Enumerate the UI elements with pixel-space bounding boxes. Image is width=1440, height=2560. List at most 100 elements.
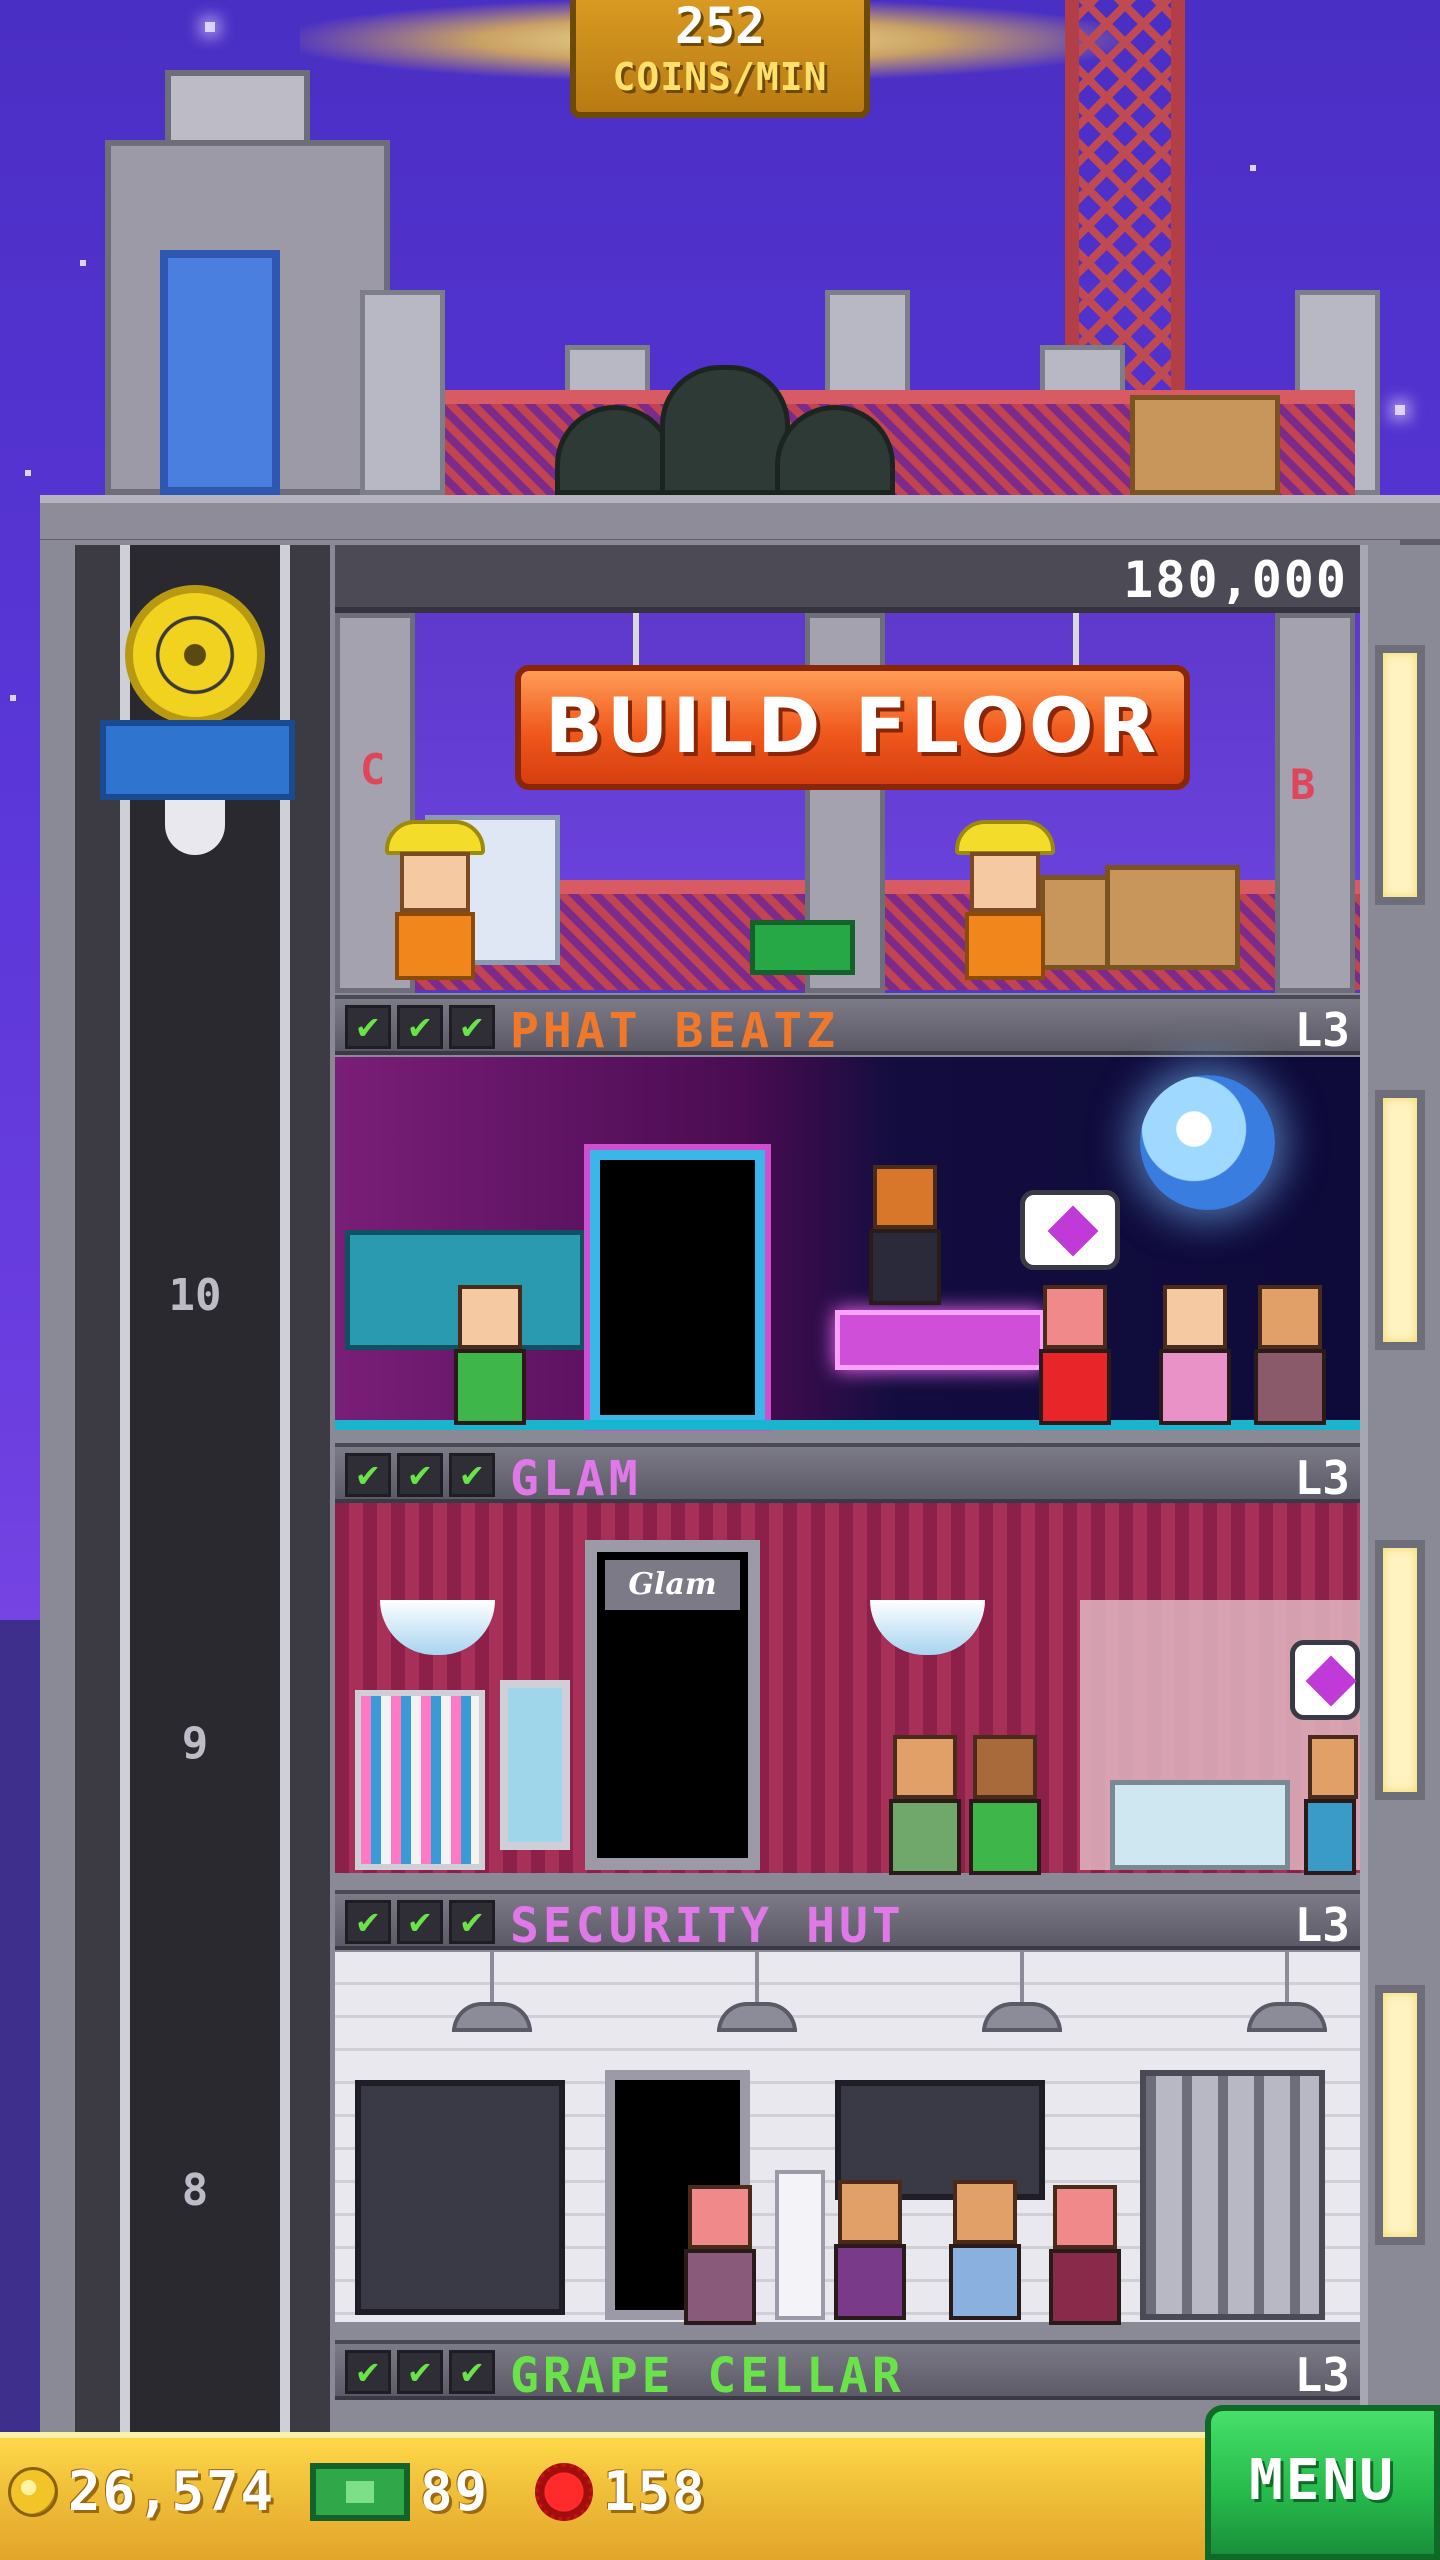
checkmark-icon: ✔	[397, 1900, 443, 1944]
checkmark-icon: ✔	[397, 2350, 443, 2394]
coins-per-minute-value: 252	[674, 0, 766, 55]
speech-bubble-icon[interactable]	[1020, 1190, 1120, 1270]
floor-number-9: 9	[181, 1718, 209, 1769]
bitizen[interactable]	[1155, 1285, 1235, 1425]
coins-per-minute-banner[interactable]: 252 COINS/MIN	[570, 0, 870, 118]
gems-counter[interactable]: 158	[535, 2460, 707, 2523]
roof-door	[160, 250, 280, 495]
bitizen-dj[interactable]	[865, 1165, 945, 1305]
checkmark-icon: ✔	[449, 1453, 495, 1497]
floor-level: L3	[1294, 1003, 1350, 1057]
roof-dome	[660, 365, 790, 495]
floor-name: PHAT BEATZ	[510, 1003, 839, 1059]
star-icon	[205, 22, 215, 32]
bitizen[interactable]	[1300, 1735, 1360, 1875]
checkmark-icon: ✔	[345, 1900, 391, 1944]
floor-header[interactable]: ✔ ✔ ✔ SECURITY HUT L3	[335, 1890, 1360, 1954]
floor-header[interactable]: ✔ ✔ ✔ GLAM L3	[335, 1443, 1360, 1507]
bitizen-body	[454, 1349, 526, 1425]
bitizen-head	[1308, 1735, 1358, 1799]
build-floor-header: 180,000	[335, 545, 1360, 613]
bitizen-head	[1053, 2185, 1117, 2249]
coins-counter[interactable]: 26,574	[8, 2460, 275, 2523]
tower-bux-value: 89	[420, 2460, 490, 2523]
request-icon	[1047, 1205, 1099, 1257]
floor-number-10: 10	[168, 1270, 222, 1321]
bitizen-head	[1043, 1285, 1107, 1349]
bitizen-body	[969, 1799, 1041, 1875]
tower-bux-counter[interactable]: 89	[310, 2460, 489, 2523]
bitizen-body	[1039, 1349, 1111, 1425]
lamp-wire	[1285, 1952, 1289, 2002]
bitizen-body	[1159, 1349, 1231, 1425]
elevator-wheel-icon[interactable]	[125, 585, 265, 725]
sign-hanger	[1073, 613, 1079, 668]
star-icon	[1395, 405, 1405, 415]
checkmark-icon: ✔	[397, 1453, 443, 1497]
glam-shop-sign: Glam	[605, 1560, 740, 1610]
lamp-wire	[490, 1952, 494, 2002]
bitizen-head	[688, 2185, 752, 2249]
stock-checks: ✔ ✔ ✔	[345, 1005, 495, 1049]
elevator-motor	[100, 720, 295, 800]
coins-value: 26,574	[68, 2460, 276, 2523]
bitizen-body	[834, 2244, 906, 2320]
construction-worker[interactable]	[380, 820, 490, 980]
checkmark-icon: ✔	[449, 1005, 495, 1049]
bitizen-body	[949, 2244, 1021, 2320]
floor-header[interactable]: ✔ ✔ ✔ GRAPE CELLAR L3	[335, 2340, 1360, 2404]
bitizen[interactable]	[450, 1285, 530, 1425]
construction-crate	[1105, 865, 1240, 970]
floor-level: L3	[1294, 1451, 1350, 1505]
worker-head	[400, 852, 470, 912]
checkmark-icon: ✔	[449, 1900, 495, 1944]
gem-icon	[535, 2462, 593, 2521]
bitizen-head	[458, 1285, 522, 1349]
city-skyline	[0, 1620, 40, 2440]
bitizen-head	[1258, 1285, 1322, 1349]
tower-bux-icon	[310, 2462, 410, 2521]
bitizen[interactable]	[1250, 1285, 1330, 1425]
floor-level: L3	[1294, 2348, 1350, 2402]
bitizen-head	[873, 1165, 937, 1229]
bitizen[interactable]	[1045, 2185, 1125, 2325]
bitizen[interactable]	[965, 1735, 1045, 1875]
floor-level: L3	[1294, 1898, 1350, 1952]
build-floor-cost: 180,000	[1123, 551, 1348, 609]
checkmark-icon: ✔	[449, 2350, 495, 2394]
bitizen[interactable]	[680, 2185, 760, 2325]
bitizen-security-guard[interactable]	[945, 2180, 1025, 2320]
build-floor-button[interactable]: BUILD FLOOR	[515, 665, 1190, 790]
floor-number-8: 8	[181, 2165, 209, 2216]
bitizen-body	[684, 2249, 756, 2325]
roof-pillar	[360, 290, 445, 495]
tower-window	[1375, 1090, 1425, 1350]
bitizen-head	[973, 1735, 1037, 1799]
menu-button[interactable]: MENU	[1205, 2405, 1440, 2560]
construction-worker[interactable]	[950, 820, 1060, 980]
star-icon	[80, 260, 86, 266]
checkmark-icon: ✔	[345, 2350, 391, 2394]
bitizen-head	[838, 2180, 902, 2244]
bitizen[interactable]	[1035, 1285, 1115, 1425]
bitizen[interactable]	[830, 2180, 910, 2320]
hard-hat-icon	[385, 820, 485, 855]
floor-header[interactable]: ✔ ✔ ✔ PHAT BEATZ L3	[335, 995, 1360, 1059]
dj-booth	[835, 1310, 1045, 1370]
bitizen-head	[1163, 1285, 1227, 1349]
tower-window	[1375, 1985, 1425, 2245]
construction-crane	[1065, 0, 1185, 395]
bitizen[interactable]	[885, 1735, 965, 1875]
construction-letter-c: C	[360, 745, 386, 794]
construction-letter-b: B	[1290, 760, 1316, 809]
lamp-wire	[755, 1952, 759, 2002]
sign-hanger	[633, 613, 639, 668]
floor-name: SECURITY HUT	[510, 1898, 905, 1954]
security-console	[355, 2080, 565, 2315]
water-cooler	[775, 2170, 825, 2320]
roof-crate	[1130, 395, 1280, 495]
bitizen-head	[953, 2180, 1017, 2244]
bitizen-body	[1049, 2249, 1121, 2325]
jail-cell	[1140, 2070, 1325, 2320]
speech-bubble-icon[interactable]	[1290, 1640, 1360, 1720]
